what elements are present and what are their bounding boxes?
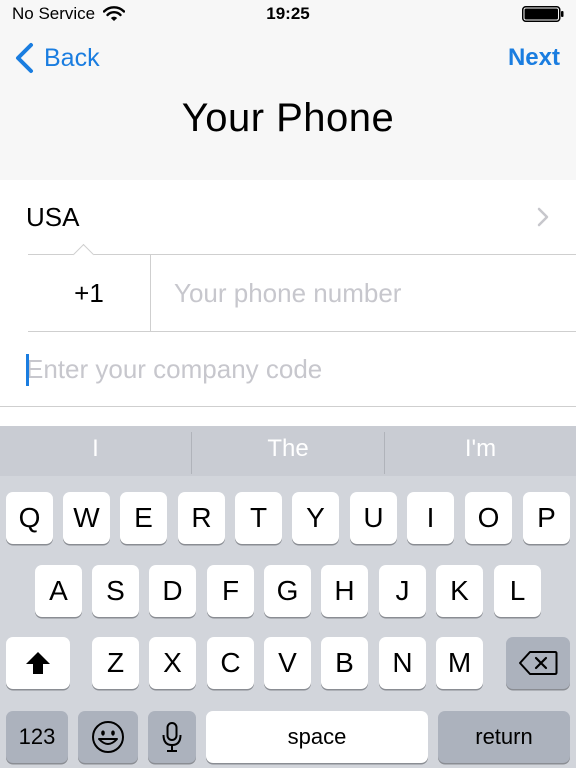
delete-key[interactable] <box>506 637 570 689</box>
emoji-key[interactable] <box>78 711 138 763</box>
text-cursor <box>26 354 29 386</box>
divider <box>0 406 576 407</box>
key-i[interactable]: I <box>407 492 454 544</box>
key-z[interactable]: Z <box>92 637 139 689</box>
battery-icon <box>522 6 564 22</box>
keyboard: I The I'm Q W E R T Y U I O P A S D F G … <box>0 426 576 768</box>
key-b[interactable]: B <box>321 637 368 689</box>
phone-form: USA +1 <box>0 180 576 426</box>
key-n[interactable]: N <box>379 637 426 689</box>
key-h[interactable]: H <box>321 565 368 617</box>
key-c[interactable]: C <box>207 637 254 689</box>
key-a[interactable]: A <box>35 565 82 617</box>
key-d[interactable]: D <box>149 565 196 617</box>
microphone-icon <box>162 722 182 752</box>
numbers-key[interactable]: 123 <box>6 711 68 763</box>
key-r[interactable]: R <box>178 492 225 544</box>
phone-row: +1 <box>0 255 576 331</box>
company-code-input[interactable] <box>26 332 556 406</box>
key-e[interactable]: E <box>120 492 167 544</box>
emoji-icon <box>92 721 124 753</box>
status-bar: No Service 19:25 <box>0 0 576 30</box>
key-p[interactable]: P <box>523 492 570 544</box>
key-j[interactable]: J <box>379 565 426 617</box>
key-w[interactable]: W <box>63 492 110 544</box>
key-t[interactable]: T <box>235 492 282 544</box>
key-s[interactable]: S <box>92 565 139 617</box>
key-q[interactable]: Q <box>6 492 53 544</box>
back-button[interactable]: Back <box>14 42 100 74</box>
page-title: Your Phone <box>181 96 395 140</box>
chevron-right-icon <box>537 207 549 227</box>
suggestion-item[interactable]: The <box>192 426 384 476</box>
navigation-bar: Back Next Your Phone <box>0 30 576 181</box>
key-f[interactable]: F <box>207 565 254 617</box>
key-y[interactable]: Y <box>292 492 339 544</box>
microphone-key[interactable] <box>148 711 196 763</box>
vertical-divider <box>150 255 151 331</box>
delete-icon <box>519 651 558 675</box>
key-x[interactable]: X <box>149 637 196 689</box>
country-code[interactable]: +1 <box>28 255 150 331</box>
shift-icon <box>26 652 50 674</box>
phone-number-input[interactable] <box>174 255 554 331</box>
back-label: Back <box>44 43 100 72</box>
suggestion-item[interactable]: I'm <box>385 426 576 476</box>
country-label: USA <box>26 202 80 232</box>
key-l[interactable]: L <box>494 565 541 617</box>
shift-key[interactable] <box>6 637 70 689</box>
suggestion-bar: I The I'm <box>0 426 576 476</box>
country-selector[interactable]: USA <box>0 180 576 254</box>
next-button[interactable]: Next <box>508 44 560 72</box>
space-key[interactable]: space <box>206 711 428 763</box>
suggestion-item[interactable]: I <box>0 426 191 476</box>
key-o[interactable]: O <box>465 492 512 544</box>
chevron-left-icon <box>16 43 33 73</box>
company-code-row <box>0 332 576 406</box>
key-g[interactable]: G <box>264 565 311 617</box>
key-k[interactable]: K <box>436 565 483 617</box>
key-u[interactable]: U <box>350 492 397 544</box>
return-key[interactable]: return <box>438 711 570 763</box>
key-m[interactable]: M <box>436 637 483 689</box>
key-v[interactable]: V <box>264 637 311 689</box>
status-time: 19:25 <box>266 4 310 23</box>
